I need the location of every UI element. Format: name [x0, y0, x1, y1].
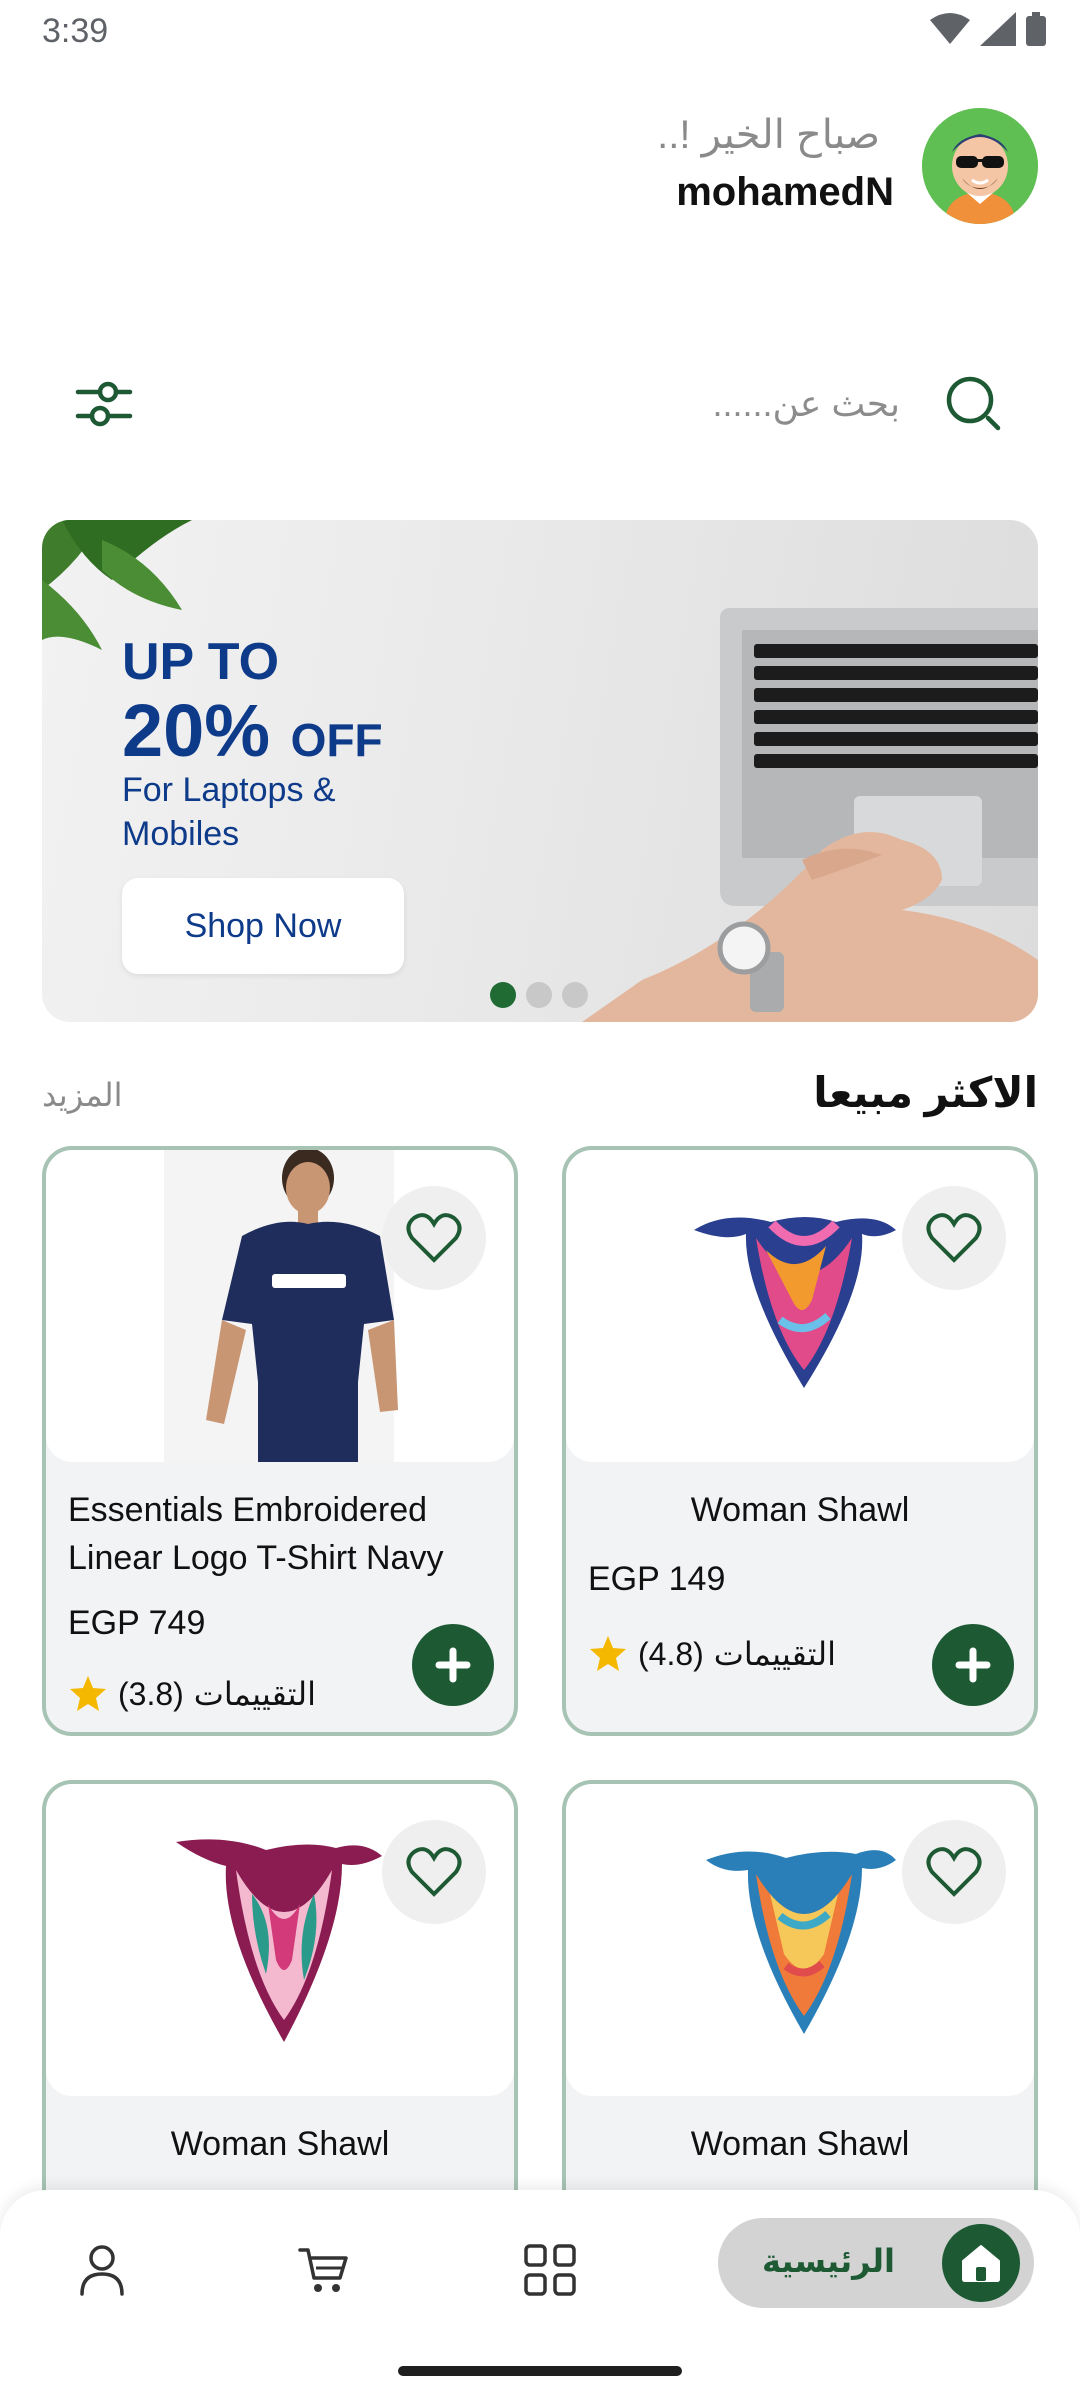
- rating-value: (3.8): [118, 1675, 184, 1712]
- heart-icon: [926, 1847, 982, 1897]
- carousel-indicator: [490, 982, 588, 1008]
- carousel-dot-active[interactable]: [490, 982, 516, 1008]
- home-label: الرئيسية: [762, 2243, 895, 2279]
- rating-value: (4.8): [638, 1635, 704, 1672]
- promo-banner[interactable]: UP TO 20% OFF For Laptops & Mobiles Shop…: [42, 520, 1038, 1022]
- favorite-button[interactable]: [382, 1820, 486, 1924]
- signal-icon: [980, 12, 1016, 46]
- plus-icon: [435, 1647, 471, 1683]
- nav-home-tab[interactable]: الرئيسية: [718, 2218, 1034, 2308]
- product-name: Woman Shawl: [170, 2125, 390, 2163]
- banner-subtext: For Laptops & Mobiles: [122, 771, 336, 853]
- favorite-button[interactable]: [902, 1820, 1006, 1924]
- see-more-link[interactable]: المزيد: [42, 1076, 123, 1114]
- star-icon: [70, 1676, 106, 1711]
- favorite-button[interactable]: [902, 1186, 1006, 1290]
- carousel-dot[interactable]: [526, 982, 552, 1008]
- favorite-button[interactable]: [382, 1186, 486, 1290]
- product-card[interactable]: Woman Shawl: [562, 1780, 1038, 2240]
- battery-icon: [1026, 12, 1046, 46]
- wifi-icon: [930, 13, 970, 44]
- heart-icon: [406, 1847, 462, 1897]
- carousel-dot[interactable]: [562, 982, 588, 1008]
- status-time: 3:39: [42, 12, 109, 50]
- add-to-cart-button[interactable]: [412, 1624, 494, 1706]
- filter-icon[interactable]: [74, 376, 134, 432]
- banner-discount: 20% OFF: [122, 688, 383, 773]
- search-input[interactable]: [280, 372, 900, 436]
- avatar[interactable]: [922, 108, 1038, 224]
- product-card[interactable]: Woman Shawl EGP 149 (4.8) التقييمات: [562, 1146, 1038, 1736]
- shop-now-button[interactable]: Shop Now: [122, 878, 404, 974]
- home-icon: [962, 2245, 1000, 2282]
- add-to-cart-button[interactable]: [932, 1624, 1014, 1706]
- greeting-text: صباح الخير !..: [657, 113, 880, 157]
- cart-icon[interactable]: [296, 2242, 352, 2298]
- product-price: EGP 749: [68, 1604, 206, 1642]
- product-rating: (3.8) التقييمات: [68, 1674, 316, 1714]
- status-icons: [930, 12, 1046, 46]
- status-bar: 3:39: [0, 0, 1080, 62]
- section-title: الاكثر مبيعا: [813, 1069, 1038, 1116]
- profile-icon[interactable]: [74, 2242, 130, 2298]
- product-card[interactable]: Essentials Embroidered Linear Logo T-Shi…: [42, 1146, 518, 1736]
- home-icon-container: [942, 2224, 1020, 2302]
- product-rating: (4.8) التقييمات: [588, 1634, 836, 1674]
- search-icon[interactable]: [944, 374, 1004, 434]
- avatar-image: [922, 108, 1038, 224]
- banner-percent: 20%: [122, 689, 271, 772]
- banner-headline: UP TO: [122, 633, 280, 691]
- rating-label: التقييمات: [713, 1636, 836, 1672]
- rating-label: التقييمات: [193, 1676, 316, 1712]
- heart-icon: [926, 1213, 982, 1263]
- username: mohamedN: [676, 170, 894, 214]
- home-indicator: [398, 2366, 682, 2376]
- product-name: Woman Shawl: [690, 1491, 910, 1529]
- product-name: Essentials Embroidered Linear Logo T-Shi…: [68, 1491, 444, 1577]
- banner-off: OFF: [290, 714, 383, 766]
- product-price: EGP 149: [588, 1560, 726, 1598]
- categories-icon[interactable]: [522, 2242, 578, 2298]
- plus-icon: [955, 1647, 991, 1683]
- product-card[interactable]: Woman Shawl: [42, 1780, 518, 2240]
- heart-icon: [406, 1213, 462, 1263]
- product-name: Woman Shawl: [690, 2125, 910, 2163]
- star-icon: [590, 1636, 626, 1671]
